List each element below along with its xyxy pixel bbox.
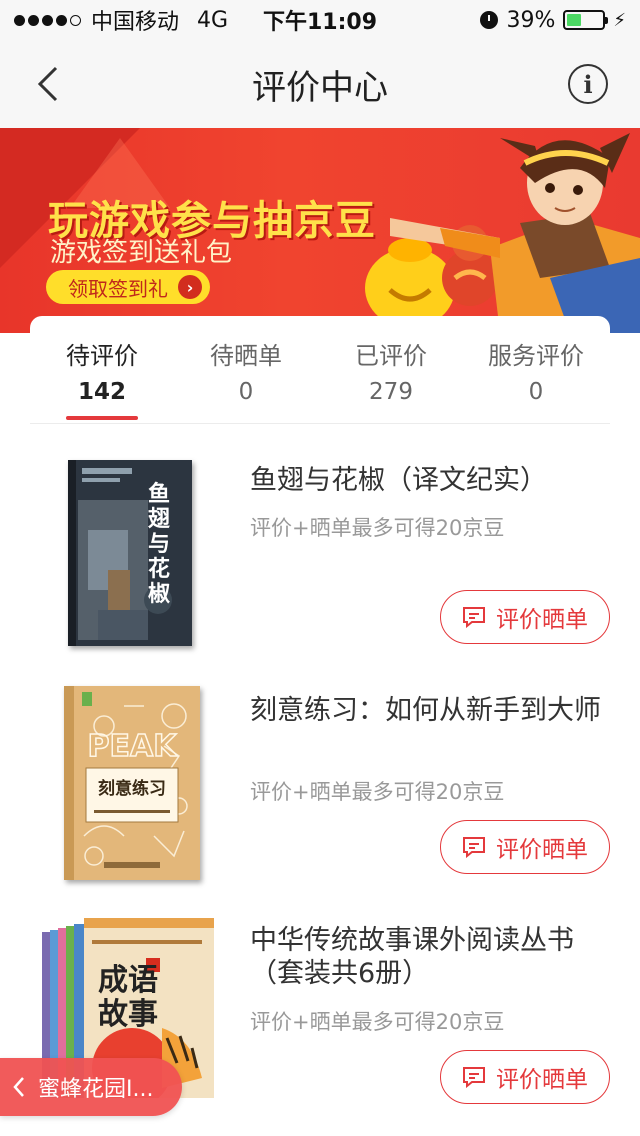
book-cover-title: 成语故事: [98, 963, 158, 1032]
network-type: 4G: [197, 7, 229, 33]
info-button[interactable]: i: [568, 64, 608, 104]
tab-label: 待评价: [66, 342, 138, 370]
battery-fill: [567, 14, 581, 26]
floating-back-button[interactable]: 蜜蜂花园I...: [0, 1058, 182, 1116]
comment-icon: [463, 607, 485, 628]
active-tab-indicator: [66, 416, 138, 420]
battery-percent: 39%: [506, 7, 556, 33]
book-cover-image[interactable]: PEAK 刻意练习: [64, 686, 200, 880]
book-cover-art: [68, 460, 172, 646]
product-title[interactable]: 鱼翅与花椒（译文纪实）: [250, 464, 610, 497]
product-title[interactable]: 中华传统故事课外阅读丛书（套装共6册）: [250, 924, 610, 990]
banner-cta-label: 领取签到礼: [68, 276, 168, 301]
status-bar: 中国移动 4G 下午11:09 39% ⚡: [0, 0, 640, 40]
page-title: 评价中心: [252, 67, 388, 108]
tab-count: 0: [528, 379, 544, 405]
tab-reviewed[interactable]: 已评价 279: [355, 336, 427, 405]
battery-icon: [563, 10, 609, 30]
carrier-label: 中国移动: [91, 10, 180, 35]
review-button-label: 评价晒单: [496, 1067, 588, 1093]
product-reward-hint: 评价+晒单最多可得20京豆: [250, 1010, 505, 1034]
comment-icon: [463, 1067, 485, 1088]
promo-banner[interactable]: 玩游戏参与抽京豆 游戏签到送礼包 领取签到礼 ›: [0, 128, 640, 333]
tab-pending-review[interactable]: 待评价 142: [66, 336, 138, 405]
signal-strength-icon: [14, 14, 81, 26]
tab-count: 279: [369, 379, 413, 405]
book-cover-title: 鱼翅与花椒: [148, 481, 171, 607]
floating-back-label: 蜜蜂花园I...: [38, 1077, 154, 1102]
product-reward-hint: 评价+晒单最多可得20京豆: [250, 780, 505, 804]
banner-subtitle: 游戏签到送礼包: [50, 238, 233, 268]
product-reward-hint: 评价+晒单最多可得20京豆: [250, 516, 505, 540]
chevron-left-icon: [37, 66, 58, 102]
banner-cta-button[interactable]: 领取签到礼 ›: [46, 270, 210, 304]
charging-icon: ⚡: [613, 9, 626, 31]
list-item: 鱼翅与花椒 鱼翅与花椒（译文纪实） 评价+晒单最多可得20京豆 评价晒单: [0, 450, 640, 660]
list-item: PEAK 刻意练习 刻意练习：如何从新手到大师 评价+晒单最多可得20京豆 评价…: [0, 680, 640, 890]
tab-label: 服务评价: [488, 342, 584, 370]
review-button-label: 评价晒单: [496, 607, 588, 633]
back-button[interactable]: [34, 66, 64, 102]
tab-label: 已评价: [355, 342, 427, 370]
book-cover-word: PEAK: [88, 729, 179, 764]
review-button-label: 评价晒单: [496, 837, 588, 863]
review-button[interactable]: 评价晒单: [440, 1050, 610, 1104]
game-character-illustration: [365, 133, 640, 333]
tab-count: 142: [77, 379, 126, 405]
chevron-right-icon: ›: [178, 275, 202, 299]
review-button[interactable]: 评价晒单: [440, 820, 610, 874]
book-cover-image[interactable]: 鱼翅与花椒: [68, 460, 192, 646]
review-button[interactable]: 评价晒单: [440, 590, 610, 644]
product-title[interactable]: 刻意练习：如何从新手到大师: [250, 694, 610, 727]
tab-label: 待晒单: [210, 342, 282, 370]
alarm-icon: [480, 11, 499, 29]
info-icon: i: [583, 69, 593, 99]
tab-count: 0: [238, 379, 254, 405]
review-tabs: 待评价 142 待晒单 0 已评价 279 服务评价 0: [30, 316, 610, 424]
comment-icon: [463, 837, 485, 858]
chevron-left-icon: [13, 1077, 24, 1097]
nav-bar: 评价中心 i: [0, 40, 640, 128]
tab-service-review[interactable]: 服务评价 0: [488, 336, 584, 405]
tab-pending-showcase[interactable]: 待晒单 0: [210, 336, 282, 405]
book-cover-title: 刻意练习: [98, 779, 166, 799]
